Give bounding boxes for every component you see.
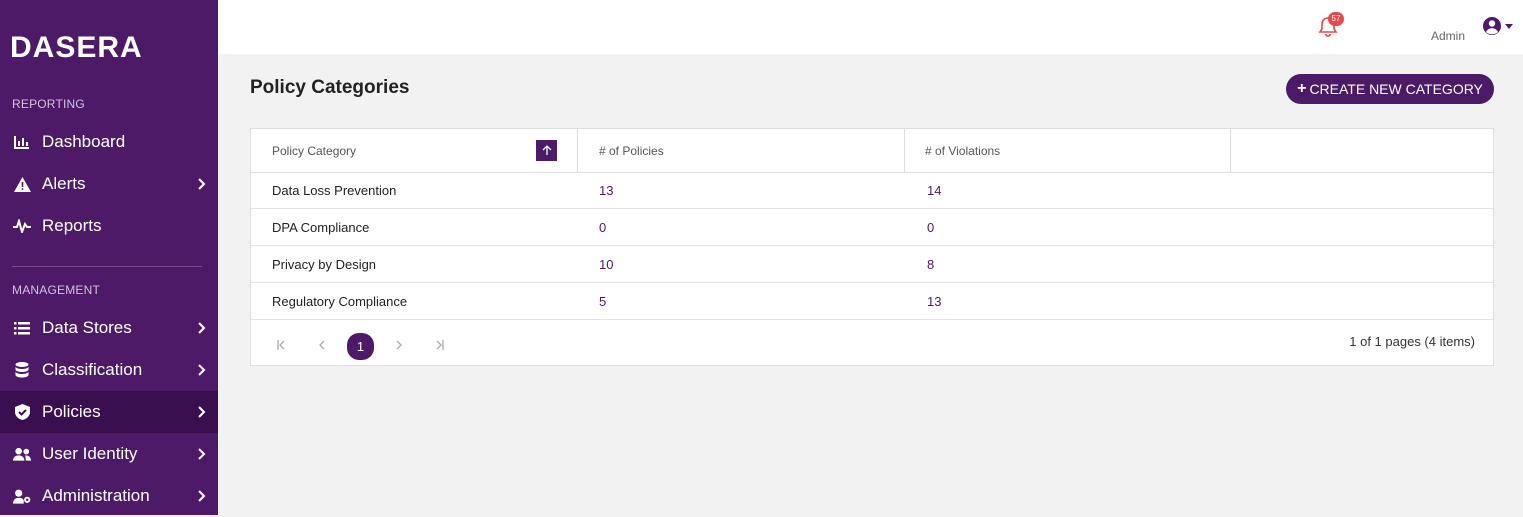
arrow-up-icon bbox=[542, 145, 551, 155]
last-page-button[interactable] bbox=[426, 333, 450, 357]
pagination: 1 1 of 1 pages (4 items) bbox=[251, 320, 1493, 365]
category-name[interactable]: DPA Compliance bbox=[272, 209, 369, 245]
chevron-right-icon bbox=[198, 406, 206, 418]
svg-text:DASERA: DASERA bbox=[10, 31, 143, 62]
column-divider bbox=[904, 129, 905, 172]
chevron-right-icon bbox=[396, 340, 402, 350]
sidebar-item-label: Data Stores bbox=[42, 318, 132, 337]
violations-count[interactable]: 0 bbox=[927, 209, 934, 245]
column-divider bbox=[1230, 129, 1231, 172]
first-page-button[interactable] bbox=[271, 333, 295, 357]
chevron-right-icon bbox=[198, 490, 206, 502]
table-row[interactable]: Privacy by Design 10 8 bbox=[251, 246, 1493, 283]
column-divider bbox=[577, 129, 578, 172]
list-icon bbox=[13, 319, 31, 337]
policies-count[interactable]: 0 bbox=[599, 209, 606, 245]
shield-check-icon bbox=[13, 403, 31, 421]
sidebar-item-policies[interactable]: Policies bbox=[0, 391, 218, 433]
category-name[interactable]: Data Loss Prevention bbox=[272, 172, 396, 208]
policy-categories-table: Policy Category # of Policies # of Viola… bbox=[250, 128, 1494, 366]
previous-page-button[interactable] bbox=[310, 333, 334, 357]
sidebar-item-label: User Identity bbox=[42, 444, 138, 463]
sidebar-item-label: Policies bbox=[42, 402, 101, 421]
sidebar-item-label: Administration bbox=[42, 486, 150, 505]
violations-count[interactable]: 8 bbox=[927, 246, 934, 282]
category-name[interactable]: Privacy by Design bbox=[272, 246, 376, 282]
sidebar-item-dashboard[interactable]: Dashboard bbox=[0, 121, 218, 163]
table-header: Policy Category # of Policies # of Viola… bbox=[251, 129, 1493, 173]
notification-badge: 57 bbox=[1328, 12, 1344, 26]
sidebar-item-label: Alerts bbox=[42, 174, 86, 193]
sidebar-divider bbox=[12, 266, 202, 267]
violations-count[interactable]: 14 bbox=[927, 172, 941, 208]
chevron-right-icon bbox=[198, 178, 206, 190]
section-label-management: MANAGEMENT bbox=[12, 283, 101, 297]
policies-count[interactable]: 10 bbox=[599, 246, 613, 282]
policies-count[interactable]: 5 bbox=[599, 283, 606, 319]
sidebar-item-classification[interactable]: Classification bbox=[0, 349, 218, 391]
table-row[interactable]: DPA Compliance 0 0 bbox=[251, 209, 1493, 246]
chevron-right-icon bbox=[198, 448, 206, 460]
column-header-violations[interactable]: # of Violations bbox=[925, 129, 1000, 172]
sort-ascending-button[interactable] bbox=[536, 140, 557, 161]
caret-down-icon[interactable] bbox=[1505, 24, 1513, 29]
user-avatar-icon[interactable] bbox=[1481, 16, 1503, 36]
policies-count[interactable]: 13 bbox=[599, 172, 613, 208]
table-row[interactable]: Regulatory Compliance 5 13 bbox=[251, 283, 1493, 320]
chevron-right-icon bbox=[198, 322, 206, 334]
sidebar: DASERA REPORTING Dashboard Alerts Report… bbox=[0, 0, 218, 515]
sidebar-item-alerts[interactable]: Alerts bbox=[0, 163, 218, 205]
table-row[interactable]: Data Loss Prevention 13 14 bbox=[251, 172, 1493, 209]
violations-count[interactable]: 13 bbox=[927, 283, 941, 319]
sidebar-item-administration[interactable]: Administration bbox=[0, 475, 218, 517]
last-page-icon bbox=[436, 340, 444, 350]
user-label: Admin bbox=[1431, 29, 1466, 43]
plus-icon: + bbox=[1297, 80, 1307, 97]
create-category-label: CREATE NEW CATEGORY bbox=[1309, 81, 1483, 97]
chevron-right-icon bbox=[198, 364, 206, 376]
pulse-icon bbox=[13, 217, 31, 235]
first-page-icon bbox=[277, 340, 285, 350]
sidebar-item-label: Dashboard bbox=[42, 132, 126, 151]
section-label-reporting: REPORTING bbox=[12, 97, 85, 111]
page-button-current[interactable]: 1 bbox=[347, 333, 374, 360]
next-page-button[interactable] bbox=[387, 333, 411, 357]
page-title: Policy Categories bbox=[250, 77, 410, 98]
category-name[interactable]: Regulatory Compliance bbox=[272, 283, 407, 319]
sidebar-item-label: Reports bbox=[42, 216, 102, 235]
column-header-policies[interactable]: # of Policies bbox=[599, 129, 664, 172]
sidebar-item-data-stores[interactable]: Data Stores bbox=[0, 307, 218, 349]
sidebar-item-user-identity[interactable]: User Identity bbox=[0, 433, 218, 475]
warning-icon bbox=[13, 175, 31, 193]
sidebar-item-label: Classification bbox=[42, 360, 143, 379]
brand-logo: DASERA bbox=[10, 31, 143, 62]
database-icon bbox=[13, 361, 31, 379]
column-header-category[interactable]: Policy Category bbox=[272, 129, 356, 172]
pagination-info: 1 of 1 pages (4 items) bbox=[1349, 334, 1475, 349]
chevron-left-icon bbox=[319, 340, 325, 350]
sidebar-item-reports[interactable]: Reports bbox=[0, 205, 218, 247]
user-cog-icon bbox=[13, 487, 31, 505]
create-category-button[interactable]: + CREATE NEW CATEGORY bbox=[1286, 74, 1494, 104]
users-icon bbox=[13, 445, 31, 463]
chart-bar-icon bbox=[13, 133, 31, 151]
